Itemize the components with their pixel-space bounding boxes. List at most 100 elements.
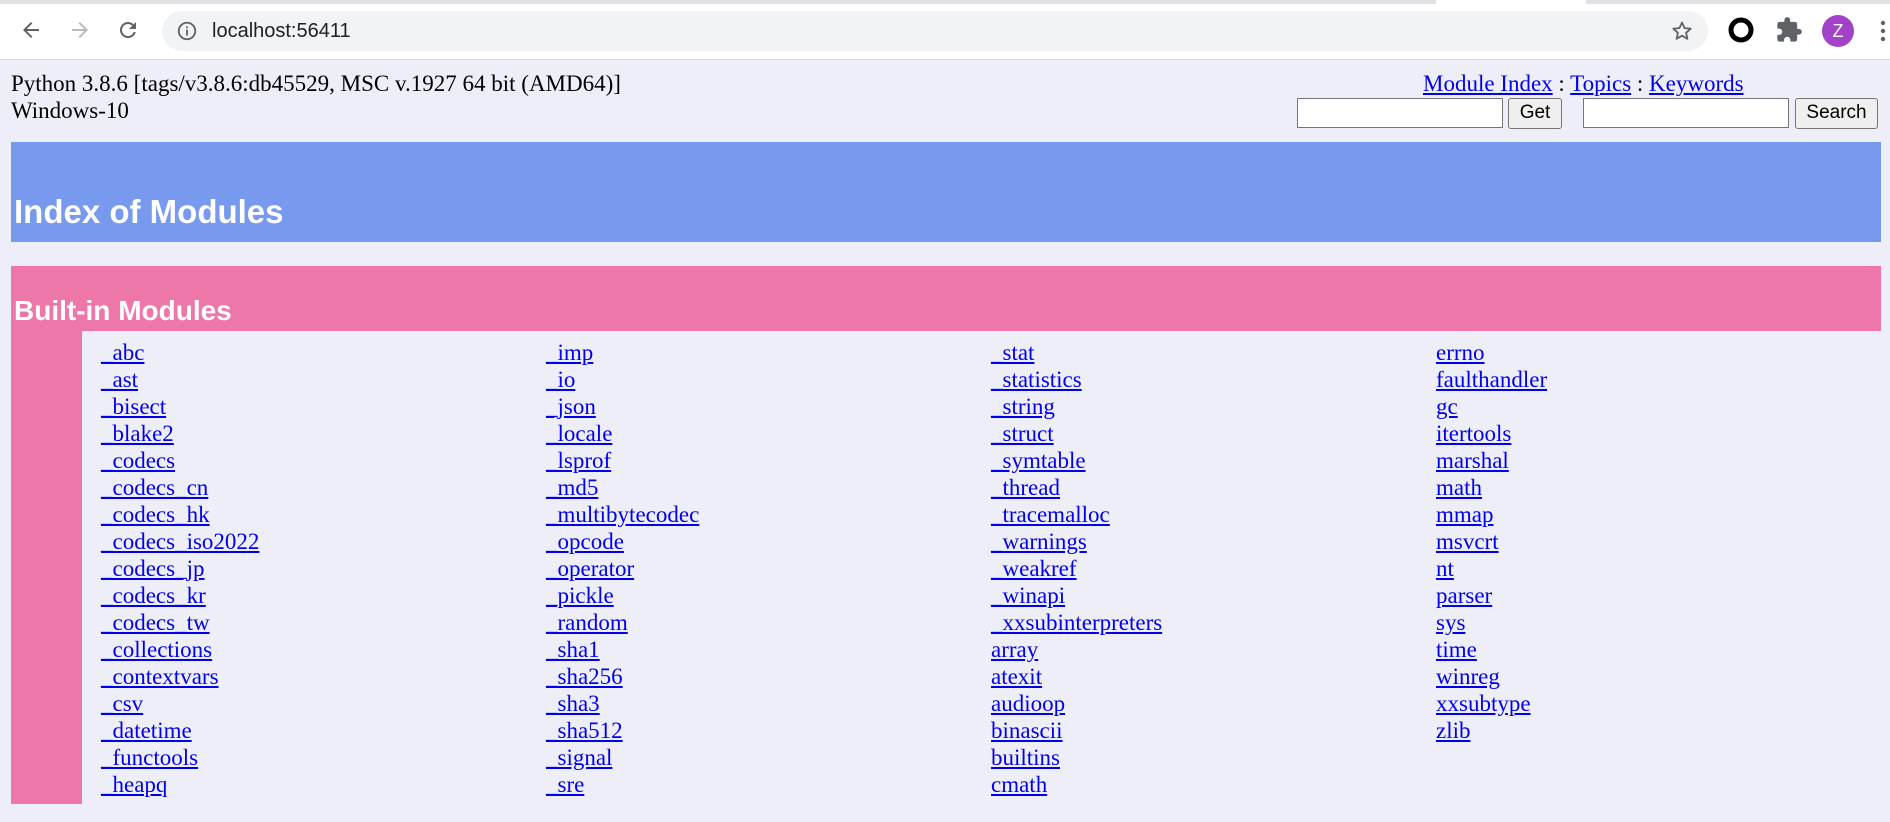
back-button[interactable] [13, 12, 49, 48]
module-link[interactable]: winreg [1436, 663, 1547, 690]
profile-avatar[interactable]: Z [1822, 15, 1854, 47]
search-button[interactable]: Search [1795, 98, 1878, 129]
browser-menu-icon[interactable] [1876, 14, 1890, 48]
module-index-link[interactable]: Module Index [1423, 71, 1553, 96]
module-link[interactable]: _codecs_iso2022 [101, 528, 259, 555]
pydoc-page: Python 3.8.6 [tags/v3.8.6:db45529, MSC v… [0, 60, 1890, 822]
module-link[interactable]: _winapi [991, 582, 1162, 609]
page-title-banner: Index of Modules [11, 142, 1881, 242]
module-link[interactable]: _lsprof [546, 447, 699, 474]
module-link[interactable]: _functools [101, 744, 259, 771]
reload-button[interactable] [110, 12, 146, 48]
module-link[interactable]: _abc [101, 339, 259, 366]
tab-strip-edge [0, 0, 1890, 4]
module-link[interactable]: _tracemalloc [991, 501, 1162, 528]
search-input[interactable] [1583, 98, 1789, 128]
bookmark-star-icon[interactable] [1670, 19, 1694, 43]
module-link[interactable]: gc [1436, 393, 1547, 420]
module-link[interactable]: _stat [991, 339, 1162, 366]
module-link[interactable]: faulthandler [1436, 366, 1547, 393]
module-link[interactable]: errno [1436, 339, 1547, 366]
python-version-line: Python 3.8.6 [tags/v3.8.6:db45529, MSC v… [11, 71, 621, 96]
module-link[interactable]: _string [991, 393, 1162, 420]
link-separator: : [1631, 71, 1650, 96]
module-link[interactable]: _weakref [991, 555, 1162, 582]
module-link[interactable]: _pickle [546, 582, 699, 609]
module-link[interactable]: audioop [991, 690, 1162, 717]
module-link[interactable]: _sre [546, 771, 699, 798]
module-link[interactable]: atexit [991, 663, 1162, 690]
module-link[interactable]: _codecs_cn [101, 474, 259, 501]
module-link[interactable]: xxsubtype [1436, 690, 1547, 717]
module-link[interactable]: _codecs_hk [101, 501, 259, 528]
module-link[interactable]: _csv [101, 690, 259, 717]
active-tab-edge[interactable] [1436, 0, 1586, 4]
extension-ring-icon[interactable] [1727, 16, 1755, 44]
module-link[interactable]: _xxsubinterpreters [991, 609, 1162, 636]
forward-button[interactable] [62, 12, 98, 48]
module-link[interactable]: _sha256 [546, 663, 699, 690]
module-link[interactable]: _statistics [991, 366, 1162, 393]
module-link[interactable]: _locale [546, 420, 699, 447]
address-bar[interactable]: localhost:56411 [162, 11, 1708, 51]
topics-link[interactable]: Topics [1570, 71, 1631, 96]
forward-arrow-icon [72, 22, 88, 38]
module-link[interactable]: zlib [1436, 717, 1547, 744]
module-link[interactable]: _struct [991, 420, 1162, 447]
get-button[interactable]: Get [1508, 98, 1562, 129]
module-link[interactable]: _json [546, 393, 699, 420]
module-link[interactable]: cmath [991, 771, 1162, 798]
module-link[interactable]: msvcrt [1436, 528, 1547, 555]
module-link[interactable]: _contextvars [101, 663, 259, 690]
module-link[interactable]: _symtable [991, 447, 1162, 474]
module-link[interactable]: _codecs_jp [101, 555, 259, 582]
module-link[interactable]: binascii [991, 717, 1162, 744]
module-link[interactable]: _heapq [101, 771, 259, 798]
url-text[interactable]: localhost:56411 [212, 19, 351, 43]
module-link[interactable]: _signal [546, 744, 699, 771]
module-link[interactable]: _random [546, 609, 699, 636]
module-link[interactable]: nt [1436, 555, 1547, 582]
link-separator: : [1552, 71, 1571, 96]
page-title: Index of Modules [14, 193, 284, 230]
module-link[interactable]: _bisect [101, 393, 259, 420]
module-link[interactable]: _collections [101, 636, 259, 663]
module-link[interactable]: _datetime [101, 717, 259, 744]
module-link[interactable]: sys [1436, 609, 1547, 636]
module-link[interactable]: parser [1436, 582, 1547, 609]
module-link[interactable]: itertools [1436, 420, 1547, 447]
module-link[interactable]: _sha512 [546, 717, 699, 744]
module-link[interactable]: _operator [546, 555, 699, 582]
extensions-puzzle-icon[interactable] [1775, 16, 1803, 44]
module-link[interactable]: time [1436, 636, 1547, 663]
module-link[interactable]: _sha1 [546, 636, 699, 663]
section-header: Built-in Modules [11, 266, 1881, 331]
get-input[interactable] [1297, 98, 1503, 128]
module-link[interactable]: marshal [1436, 447, 1547, 474]
module-link[interactable]: _blake2 [101, 420, 259, 447]
module-column-4: errno faulthandler gc itertools marshal math m… [1436, 339, 1547, 744]
platform-line: Windows-10 [11, 98, 129, 123]
module-link[interactable]: _io [546, 366, 699, 393]
module-link[interactable]: _opcode [546, 528, 699, 555]
module-link[interactable]: _multibytecodec [546, 501, 699, 528]
module-link[interactable]: _sha3 [546, 690, 699, 717]
module-link[interactable]: _md5 [546, 474, 699, 501]
module-link[interactable]: builtins [991, 744, 1162, 771]
module-link[interactable]: array [991, 636, 1162, 663]
module-link[interactable]: _warnings [991, 528, 1162, 555]
module-link[interactable]: _thread [991, 474, 1162, 501]
module-column-1: _abc _ast _bisect _blake2 _codecs _codecs_cn _… [101, 339, 259, 798]
info-icon[interactable] [176, 20, 198, 42]
keywords-link[interactable]: Keywords [1649, 71, 1744, 96]
module-link[interactable]: _codecs_kr [101, 582, 259, 609]
module-link[interactable]: mmap [1436, 501, 1547, 528]
module-column-3: _stat _statistics _string _struct _symtable _… [991, 339, 1162, 798]
browser-toolbar: localhost:56411 Z [0, 0, 1890, 60]
module-link[interactable]: math [1436, 474, 1547, 501]
module-link[interactable]: _imp [546, 339, 699, 366]
module-link[interactable]: _ast [101, 366, 259, 393]
module-link[interactable]: _codecs_tw [101, 609, 259, 636]
reload-icon [119, 21, 136, 38]
module-link[interactable]: _codecs [101, 447, 259, 474]
